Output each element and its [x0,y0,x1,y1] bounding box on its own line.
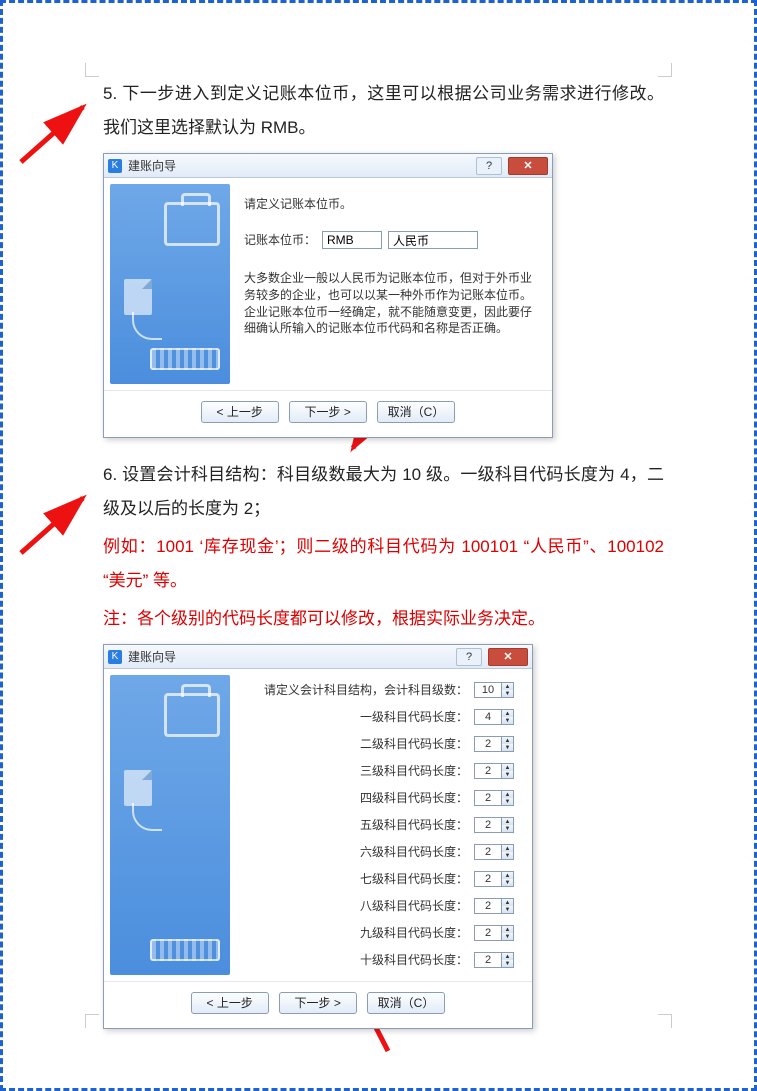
chevron-down-icon[interactable]: ▼ [502,690,513,697]
level-length-spinner[interactable]: 2▲▼ [474,790,514,806]
level-label: 八级科目代码长度： [360,894,468,918]
para-step5: 5. 下一步进入到定义记账本位币，这里可以根据公司业务需求进行修改。我们这里选择… [103,77,664,145]
wizard-side-image [110,184,230,384]
crop-mark [658,63,672,77]
level-label: 三级科目代码长度： [360,759,468,783]
app-icon: K [108,650,122,664]
chevron-up-icon[interactable]: ▲ [502,926,513,933]
level-length-row: 一级科目代码长度： 4▲▼ [244,705,520,729]
prev-button[interactable]: < 上一步 [191,992,269,1014]
crop-mark [658,1014,672,1028]
para-example: 例如：1001 ‘库存现金’；则二级的科目代码为 100101 “人民币”、10… [103,530,664,598]
prompt-text: 请定义记账本位币。 [244,192,540,216]
keyboard-icon [150,939,220,961]
level-length-spinner[interactable]: 2▲▼ [474,844,514,860]
level-label: 四级科目代码长度： [360,786,468,810]
level-length-row: 二级科目代码长度： 2▲▼ [244,732,520,756]
level-length-row: 七级科目代码长度： 2▲▼ [244,867,520,891]
help-note: 大多数企业一般以人民币为记账本位币，但对于外币业务较多的企业，也可以以某一种外币… [244,270,540,337]
chevron-up-icon[interactable]: ▲ [502,872,513,879]
para-note: 注：各个级别的代码长度都可以修改，根据实际业务决定。 [103,602,664,636]
chevron-down-icon[interactable]: ▼ [502,852,513,859]
keyboard-icon [150,348,220,370]
level-length-row: 十级科目代码长度： 2▲▼ [244,948,520,972]
currency-code-input[interactable] [322,231,382,249]
level-length-row: 五级科目代码长度： 2▲▼ [244,813,520,837]
chevron-down-icon[interactable]: ▼ [502,825,513,832]
chevron-up-icon[interactable]: ▲ [502,737,513,744]
document-icon [124,770,152,806]
next-button[interactable]: 下一步 > [279,992,357,1014]
chevron-up-icon[interactable]: ▲ [502,791,513,798]
level-length-spinner[interactable]: 2▲▼ [474,736,514,752]
crop-mark [85,63,99,77]
next-button[interactable]: 下一步 > [289,401,367,423]
chevron-down-icon[interactable]: ▼ [502,717,513,724]
level-label: 七级科目代码长度： [360,867,468,891]
level-label: 一级科目代码长度： [360,705,468,729]
window-title: 建账向导 [128,645,176,669]
chevron-up-icon[interactable]: ▲ [502,764,513,771]
chevron-down-icon[interactable]: ▼ [502,771,513,778]
chevron-down-icon[interactable]: ▼ [502,906,513,913]
level-length-row: 四级科目代码长度： 2▲▼ [244,786,520,810]
crop-mark [85,1014,99,1028]
titlebar: K 建账向导 ? ✕ [104,154,552,178]
wizard-side-image [110,675,230,975]
flow-arrow-icon [132,803,162,831]
help-button[interactable]: ? [476,157,502,175]
level-length-row: 六级科目代码长度： 2▲▼ [244,840,520,864]
chevron-down-icon[interactable]: ▼ [502,744,513,751]
chevron-down-icon[interactable]: ▼ [502,933,513,940]
flow-arrow-icon [132,312,162,340]
level-length-row: 三级科目代码长度： 2▲▼ [244,759,520,783]
briefcase-icon [164,693,220,737]
cancel-button[interactable]: 取消（C） [367,992,446,1014]
prev-button[interactable]: < 上一步 [201,401,279,423]
level-label: 九级科目代码长度： [360,921,468,945]
level-length-spinner[interactable]: 4▲▼ [474,709,514,725]
level-label: 六级科目代码长度： [360,840,468,864]
level-length-spinner[interactable]: 2▲▼ [474,871,514,887]
document-icon [124,279,152,315]
chevron-down-icon[interactable]: ▼ [502,798,513,805]
chevron-up-icon[interactable]: ▲ [502,953,513,960]
level-label: 五级科目代码长度： [360,813,468,837]
level-length-spinner[interactable]: 2▲▼ [474,763,514,779]
chevron-up-icon[interactable]: ▲ [502,683,513,690]
cancel-button[interactable]: 取消（C） [377,401,456,423]
para-step6: 6. 设置会计科目结构：科目级数最大为 10 级。一级科目代码长度为 4，二级及… [103,458,664,526]
wizard-account-structure: K 建账向导 ? ✕ 请定义会计科目结构，会计科目级数： 10 [103,644,533,1029]
level-count-label: 请定义会计科目结构，会计科目级数： [264,678,468,702]
level-length-row: 九级科目代码长度： 2▲▼ [244,921,520,945]
help-button[interactable]: ? [456,648,482,666]
level-label: 二级科目代码长度： [360,732,468,756]
chevron-up-icon[interactable]: ▲ [502,845,513,852]
briefcase-icon [164,202,220,246]
level-length-spinner[interactable]: 2▲▼ [474,925,514,941]
chevron-up-icon[interactable]: ▲ [502,899,513,906]
currency-name-input[interactable] [388,231,478,249]
chevron-down-icon[interactable]: ▼ [502,960,513,967]
level-label: 十级科目代码长度： [360,948,468,972]
window-title: 建账向导 [128,154,176,178]
close-button[interactable]: ✕ [508,157,548,175]
chevron-down-icon[interactable]: ▼ [502,879,513,886]
titlebar: K 建账向导 ? ✕ [104,645,532,669]
level-length-row: 八级科目代码长度： 2▲▼ [244,894,520,918]
currency-label: 记账本位币： [244,228,316,252]
app-icon: K [108,159,122,173]
close-button[interactable]: ✕ [488,648,528,666]
wizard-currency: K 建账向导 ? ✕ 请定义记账本位币。 记账本位币： [103,153,553,438]
level-length-spinner[interactable]: 2▲▼ [474,898,514,914]
chevron-up-icon[interactable]: ▲ [502,818,513,825]
level-length-spinner[interactable]: 2▲▼ [474,952,514,968]
chevron-up-icon[interactable]: ▲ [502,710,513,717]
level-count-spinner[interactable]: 10 ▲▼ [474,682,514,698]
level-length-spinner[interactable]: 2▲▼ [474,817,514,833]
